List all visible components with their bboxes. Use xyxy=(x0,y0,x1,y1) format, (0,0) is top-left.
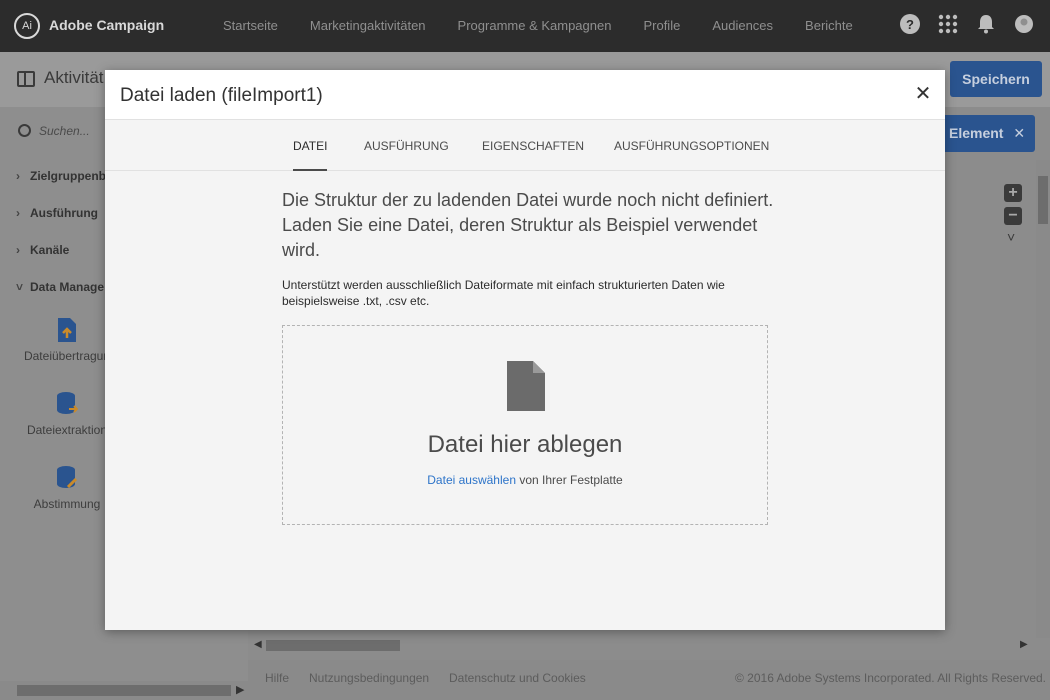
sidebar-group-data-management[interactable]: ˅ Data Manage xyxy=(16,280,104,294)
file-dropzone[interactable]: Datei hier ablegen Datei auswählen von I… xyxy=(282,325,768,525)
nav-item-audiences[interactable]: Audiences xyxy=(712,18,773,33)
sidebar-search[interactable]: Suchen... xyxy=(18,124,90,138)
chevron-right-icon: › xyxy=(16,243,20,257)
scroll-right-arrow-icon[interactable]: ▶ xyxy=(1020,639,1028,650)
dialog-tabs: DATEI AUSFÜHRUNG EIGENSCHAFTEN AUSFÜHRUN… xyxy=(105,120,945,171)
sidebar-group-label: Data Manage xyxy=(30,280,105,294)
tab-eigenschaften[interactable]: EIGENSCHAFTEN xyxy=(482,139,584,169)
close-icon[interactable]: ✕ xyxy=(913,84,933,104)
dropzone-subtitle: Datei auswählen von Ihrer Festplatte xyxy=(283,473,767,487)
brand-name[interactable]: Adobe Campaign xyxy=(49,17,164,33)
main-nav: Startseite Marketingaktivitäten Programm… xyxy=(207,18,869,33)
canvas-vertical-scrollbar[interactable] xyxy=(1036,160,1050,638)
chevron-down-icon: ˅ xyxy=(16,280,24,294)
nav-item-startseite[interactable]: Startseite xyxy=(223,18,278,33)
help-icon[interactable]: ? xyxy=(900,14,920,34)
file-load-dialog: Datei laden (fileImport1) ✕ DATEI AUSFÜH… xyxy=(105,70,945,630)
tool-label: Dateiextraktion xyxy=(26,423,108,437)
top-navigation-bar: Ai Adobe Campaign Startseite Marketingak… xyxy=(0,0,1050,52)
scrollbar-thumb[interactable] xyxy=(1038,176,1048,224)
sidebar-group-label: Zielgruppenb xyxy=(30,169,106,183)
save-button[interactable]: Speichern xyxy=(950,61,1042,97)
sidebar-group-ausfuehrung[interactable]: › Ausführung xyxy=(16,206,98,220)
tab-datei[interactable]: DATEI xyxy=(293,139,328,171)
file-icon xyxy=(507,361,545,411)
sidebar-group-label: Kanäle xyxy=(30,243,70,257)
tab-ausfuehrungsoptionen[interactable]: AUSFÜHRUNGSOPTIONEN xyxy=(614,139,769,169)
chevron-right-icon: › xyxy=(16,169,20,183)
search-icon xyxy=(18,124,31,137)
close-icon[interactable]: ✕ xyxy=(1013,125,1025,141)
scrollbar-thumb[interactable] xyxy=(17,685,231,696)
panel-toggle-icon[interactable] xyxy=(17,71,35,87)
notification-bell-icon[interactable] xyxy=(976,14,996,34)
element-button-label: Element xyxy=(949,125,1004,141)
zoom-out-icon[interactable]: − xyxy=(1004,207,1022,225)
footer-link-datenschutz[interactable]: Datenschutz und Cookies xyxy=(449,671,586,685)
search-input[interactable]: Suchen... xyxy=(39,124,90,138)
dialog-title: Datei laden (fileImport1) xyxy=(120,85,323,106)
nav-item-berichte[interactable]: Berichte xyxy=(805,18,853,33)
scroll-left-arrow-icon[interactable]: ◀ xyxy=(254,639,262,650)
page-footer: Hilfe Nutzungsbedingungen Datenschutz un… xyxy=(248,660,1050,700)
file-transfer-icon xyxy=(58,318,76,342)
element-button[interactable]: Element ✕ xyxy=(945,115,1035,152)
tool-label: Abstimmung xyxy=(33,497,101,511)
canvas-horizontal-scrollbar[interactable]: ◀ ▶ xyxy=(252,636,1032,654)
scroll-right-arrow-icon[interactable]: ▶ xyxy=(236,683,244,696)
reconciliation-icon xyxy=(57,466,78,489)
dropzone-subtitle-suffix: von Ihrer Festplatte xyxy=(516,473,623,487)
nav-item-profile[interactable]: Profile xyxy=(643,18,680,33)
footer-link-hilfe[interactable]: Hilfe xyxy=(265,671,289,685)
sidebar-group-zielgruppen[interactable]: › Zielgruppenb xyxy=(16,169,106,183)
tool-label: Dateiübertragun xyxy=(23,349,111,363)
apps-grid-icon[interactable] xyxy=(938,14,958,34)
sidebar-horizontal-scrollbar[interactable]: ▶ xyxy=(0,681,248,700)
select-file-link[interactable]: Datei auswählen xyxy=(427,473,516,487)
supported-formats-note: Unterstützt werden ausschließlich Dateif… xyxy=(282,278,725,308)
sidebar-group-kanaele[interactable]: › Kanäle xyxy=(16,243,69,257)
footer-copyright: © 2016 Adobe Systems Incorporated. All R… xyxy=(735,671,1047,685)
dialog-header: Datei laden (fileImport1) ✕ xyxy=(105,70,945,120)
sidebar-group-label: Ausführung xyxy=(30,206,98,220)
nav-item-marketingaktivitaeten[interactable]: Marketingaktivitäten xyxy=(310,18,426,33)
chevron-down-icon[interactable]: ˅ xyxy=(1007,229,1015,245)
adobe-campaign-logo-icon[interactable]: Ai xyxy=(14,13,40,39)
nav-item-programme-kampagnen[interactable]: Programme & Kampagnen xyxy=(458,18,612,33)
zoom-in-icon[interactable]: + xyxy=(1004,184,1022,202)
footer-link-nutzungsbedingungen[interactable]: Nutzungsbedingungen xyxy=(309,671,429,685)
dropzone-title: Datei hier ablegen xyxy=(427,431,623,458)
chevron-right-icon: › xyxy=(16,206,20,220)
activity-title: Aktivität xyxy=(44,68,104,87)
top-icon-group: ? xyxy=(900,14,1034,34)
scrollbar-thumb[interactable] xyxy=(266,640,400,651)
file-extraction-icon xyxy=(57,392,78,414)
structure-undefined-message: Die Struktur der zu ladenden Datei wurde… xyxy=(282,190,774,260)
user-avatar-icon[interactable] xyxy=(1014,14,1034,34)
tab-ausfuehrung[interactable]: AUSFÜHRUNG xyxy=(364,139,449,169)
